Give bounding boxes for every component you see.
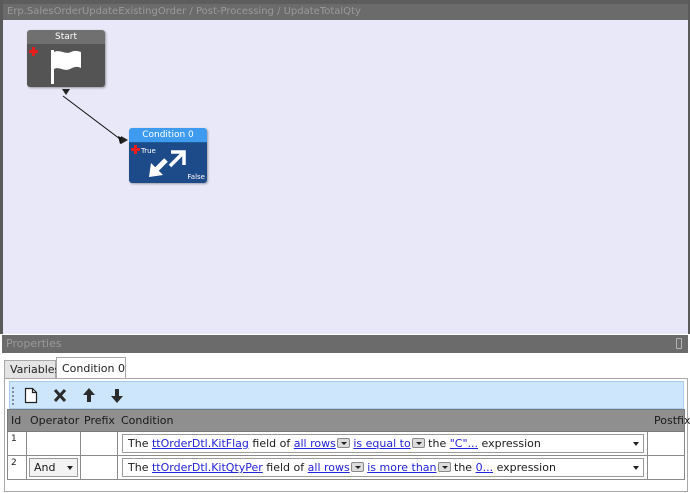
row-id: 2 [8, 456, 27, 479]
scope-dropdown-icon[interactable] [336, 438, 350, 448]
chevron-down-icon[interactable] [633, 442, 639, 446]
condition-scope-link[interactable]: all rows [294, 437, 336, 450]
operator-cell[interactable] [27, 432, 81, 455]
postfix-cell[interactable] [648, 456, 685, 479]
new-document-icon [24, 387, 38, 404]
condition-toolbar [9, 381, 684, 409]
condition-node-body: True False [129, 143, 207, 183]
grid-header: Id Operator Prefix Condition Postfix [7, 409, 690, 432]
delete-condition-button[interactable] [49, 385, 71, 406]
condition-node-input-anchor[interactable] [121, 136, 128, 144]
condition-sentence-box[interactable]: The ttOrderDtl.KitQtyPer field of all ro… [122, 458, 644, 477]
flag-icon [51, 50, 81, 84]
pin-icon[interactable] [676, 338, 682, 349]
column-header-operator[interactable]: Operator [27, 410, 81, 432]
new-condition-button[interactable] [20, 385, 42, 406]
condition-value-link[interactable]: "C"... [450, 437, 478, 450]
condition-text-suffix: expression [481, 437, 541, 450]
condition-text-suffix: expression [496, 461, 556, 474]
properties-title-text: Properties [6, 337, 62, 350]
delete-icon [53, 388, 67, 403]
connector-layer [62, 95, 127, 144]
condition-value-link[interactable]: 0... [476, 461, 494, 474]
condition-node-title: Condition 0 [129, 128, 207, 143]
add-step-plus-icon[interactable] [131, 145, 140, 154]
condition-text-the2: the [454, 461, 473, 474]
add-step-plus-icon[interactable] [29, 47, 38, 56]
tab-condition-0[interactable]: Condition 0 [56, 357, 126, 379]
tab-variables[interactable]: Variables [4, 360, 60, 379]
column-header-id[interactable]: Id [8, 410, 27, 432]
column-header-prefix[interactable]: Prefix [81, 410, 118, 432]
chevron-down-icon [67, 466, 73, 470]
condition-field-link[interactable]: ttOrderDtl.KitFlag [152, 437, 249, 450]
condition-text-field-of: field of [252, 437, 291, 450]
column-header-postfix[interactable]: Postfix [648, 410, 690, 432]
condition-cell: The ttOrderDtl.KitFlag field of all rows… [118, 432, 648, 455]
operator-value: And [34, 461, 56, 474]
postfix-cell[interactable] [648, 432, 685, 455]
condition-text-the: The [128, 461, 149, 474]
condition-comparison-link[interactable]: is equal to [353, 437, 410, 450]
start-node-output-anchor[interactable] [62, 89, 70, 95]
condition-text-the2: the [428, 437, 447, 450]
chevron-down-icon[interactable] [633, 466, 639, 470]
table-row[interactable]: 2 And The ttOrderDtl.KitQtyPer field of … [7, 456, 685, 480]
conditions-grid: Id Operator Prefix Condition Postfix 1 T… [7, 409, 690, 489]
properties-panel-title: Properties [2, 335, 688, 353]
move-down-button[interactable] [106, 385, 128, 406]
condition-tab-content: Id Operator Prefix Condition Postfix 1 T… [4, 378, 690, 492]
move-up-button[interactable] [78, 385, 100, 406]
scope-dropdown-icon[interactable] [350, 462, 364, 472]
condition-sentence-box[interactable]: The ttOrderDtl.KitFlag field of all rows… [122, 434, 644, 453]
condition-node[interactable]: Condition 0 True False [129, 128, 207, 183]
condition-text-field-of: field of [266, 461, 305, 474]
comparison-dropdown-icon[interactable] [411, 438, 425, 448]
condition-cell: The ttOrderDtl.KitQtyPer field of all ro… [118, 456, 648, 479]
comparison-dropdown-icon[interactable] [437, 462, 451, 472]
connector-start-to-condition[interactable] [62, 95, 121, 140]
row-id: 1 [8, 432, 27, 455]
false-port-label[interactable]: False [187, 173, 205, 181]
prefix-cell[interactable] [81, 432, 118, 455]
prefix-cell[interactable] [81, 456, 118, 479]
table-row[interactable]: 1 The ttOrderDtl.KitFlag field of all ro… [7, 432, 685, 456]
move-down-icon [111, 389, 123, 403]
operator-cell: And [27, 456, 81, 479]
condition-text-the: The [128, 437, 149, 450]
move-up-icon [83, 388, 95, 402]
operator-select[interactable]: And [29, 458, 78, 477]
condition-comparison-link[interactable]: is more than [367, 461, 436, 474]
condition-scope-link[interactable]: all rows [308, 461, 350, 474]
start-node-body [27, 45, 105, 87]
workflow-designer-canvas[interactable]: Erp.SalesOrderUpdateExistingOrder / Post… [0, 0, 690, 334]
toolbar-grip[interactable] [12, 387, 14, 405]
column-header-condition[interactable]: Condition [118, 410, 648, 432]
diagonal-arrows-icon [149, 150, 186, 177]
start-node-title: Start [27, 30, 105, 45]
condition-field-link[interactable]: ttOrderDtl.KitQtyPer [152, 461, 263, 474]
start-node[interactable]: Start [27, 30, 105, 87]
